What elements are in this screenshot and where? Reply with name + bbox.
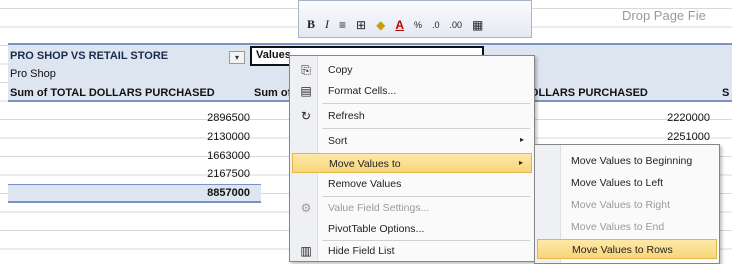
submenu-item-rows[interactable]: Move Values to Rows <box>537 239 717 259</box>
format-painter-icon[interactable]: ▦ <box>470 18 485 32</box>
submenu-item-label: Move Values to End <box>571 221 665 233</box>
copy-icon: ⎘ <box>301 63 311 77</box>
submenu-item-label: Move Values to Left <box>571 177 664 189</box>
sum-label-cut: Sum of <box>254 87 292 99</box>
menu-item-copy[interactable]: ⎘ Copy <box>292 60 532 80</box>
submenu-item-beginning[interactable]: Move Values to Beginning <box>537 151 717 171</box>
submenu-item-end[interactable]: Move Values to End <box>537 217 717 237</box>
menu-item-label: Copy <box>328 64 353 76</box>
value-cell[interactable]: 1663000 <box>150 150 250 162</box>
menu-item-pivottable-options[interactable]: PivotTable Options... <box>292 219 532 239</box>
submenu-item-left[interactable]: Move Values to Left <box>537 173 717 193</box>
fill-color-icon[interactable]: ◆ <box>374 18 387 32</box>
menu-item-hide-field-list[interactable]: ▥ Hide Field List <box>292 241 532 261</box>
decrease-decimal-icon[interactable]: .00 <box>448 20 465 30</box>
drop-page-fields-label: Drop Page Fie <box>622 8 706 23</box>
submenu-item-label: Move Values to Beginning <box>571 155 693 167</box>
menu-item-label: Refresh <box>328 110 365 122</box>
menu-item-sort[interactable]: Sort ▸ <box>292 131 532 151</box>
menu-item-refresh[interactable]: ↻ Refresh <box>292 106 532 126</box>
menu-separator <box>322 128 530 129</box>
menu-item-label: Remove Values <box>328 178 402 190</box>
submenu-arrow-icon: ▸ <box>519 135 524 144</box>
menu-item-remove-values[interactable]: Remove Values <box>292 174 532 194</box>
menu-item-label: PivotTable Options... <box>328 223 425 235</box>
move-values-submenu: Move Values to Beginning Move Values to … <box>534 144 720 264</box>
context-menu: ⎘ Copy ▤ Format Cells... ↻ Refresh Sort … <box>289 55 535 262</box>
menu-separator <box>322 196 530 197</box>
grand-total-value[interactable]: 8857000 <box>150 187 250 199</box>
value-cell[interactable]: 2896500 <box>150 112 250 124</box>
submenu-item-label: Move Values to Right <box>571 199 671 211</box>
field-list-icon: ▥ <box>300 244 312 258</box>
menu-item-move-values-to[interactable]: Move Values to ▸ <box>292 153 532 173</box>
row-label-pro-shop: Pro Shop <box>10 68 56 80</box>
filter-dropdown-button[interactable]: ▾ <box>229 51 245 64</box>
value-cell[interactable]: 2220000 <box>610 112 710 124</box>
refresh-icon: ↻ <box>300 109 312 123</box>
menu-item-label: Move Values to <box>329 158 401 170</box>
bold-button[interactable]: B <box>305 17 317 32</box>
font-color-icon[interactable]: A <box>393 18 406 32</box>
menu-item-label: Sort <box>328 135 348 147</box>
mini-toolbar: B I ≡ ⊞ ◆ A % .0 .00 ▦ <box>298 0 532 38</box>
borders-icon[interactable]: ⊞ <box>354 18 368 32</box>
pivot-title: PRO SHOP VS RETAIL STORE <box>10 50 169 62</box>
italic-button[interactable]: I <box>323 17 331 32</box>
value-cell[interactable]: 2167500 <box>150 168 250 180</box>
submenu-item-label: Move Values to Rows <box>572 244 673 256</box>
sum-label-fragment: S <box>722 87 730 99</box>
value-cell[interactable]: 2130000 <box>150 131 250 143</box>
menu-item-format-cells[interactable]: ▤ Format Cells... <box>292 81 532 101</box>
menu-item-label: Hide Field List <box>328 245 395 257</box>
increase-decimal-icon[interactable]: .0 <box>430 20 442 30</box>
submenu-item-right[interactable]: Move Values to Right <box>537 195 717 215</box>
percent-style-icon[interactable]: % <box>412 20 424 30</box>
menu-item-label: Format Cells... <box>328 85 397 97</box>
value-cell[interactable]: 2251000 <box>610 131 710 143</box>
sum-label: Sum of TOTAL DOLLARS PURCHASED <box>10 87 215 99</box>
align-center-icon[interactable]: ≡ <box>337 18 348 32</box>
menu-item-value-field-settings[interactable]: ⚙ Value Field Settings... <box>292 198 532 218</box>
submenu-arrow-icon: ▸ <box>518 158 523 167</box>
field-settings-icon: ⚙ <box>300 201 312 215</box>
menu-item-label: Value Field Settings... <box>328 202 430 214</box>
menu-separator <box>322 103 530 104</box>
format-cells-icon: ▤ <box>300 84 312 98</box>
